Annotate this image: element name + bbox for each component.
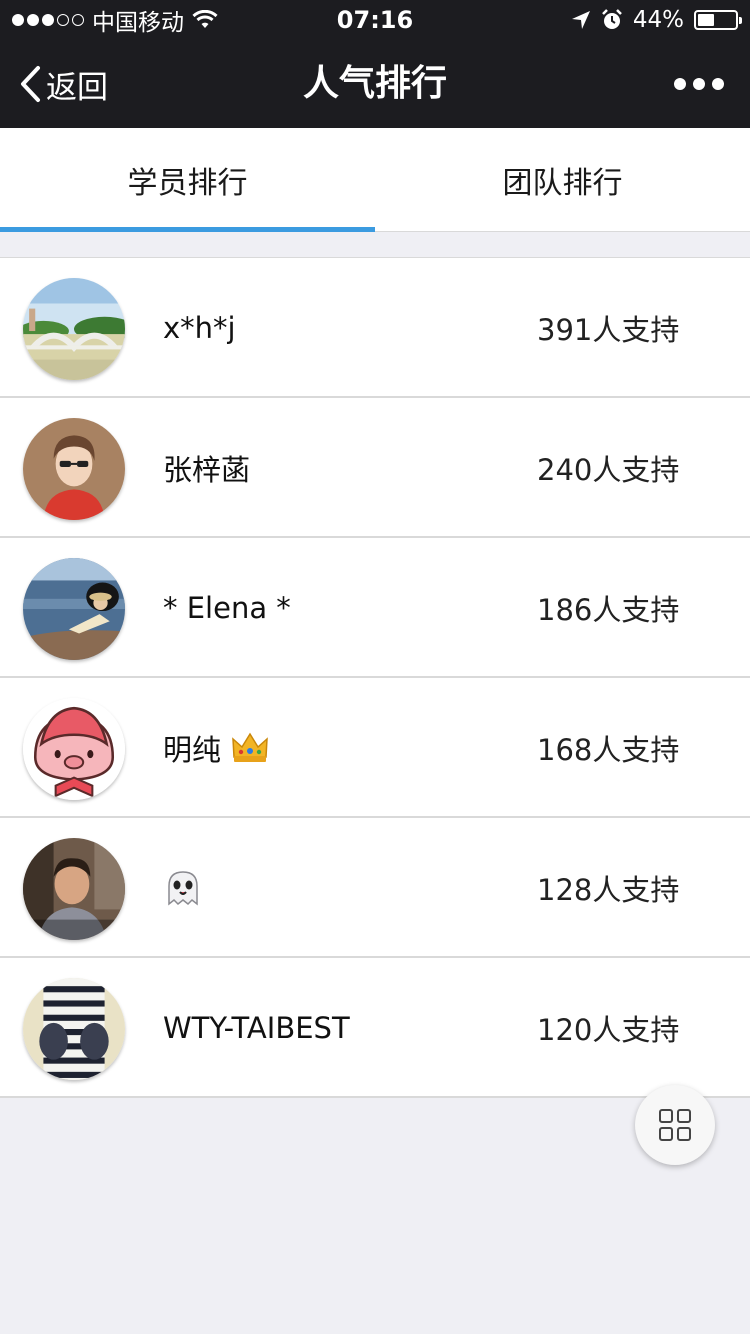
list-item[interactable]: * Elena * 186人支持	[0, 538, 750, 678]
support-count: 186人支持	[537, 593, 680, 627]
chevron-left-icon	[21, 66, 40, 102]
support-count: 240人支持	[537, 453, 680, 487]
member-name	[163, 818, 213, 958]
list-item[interactable]: x*h*j 391人支持	[0, 258, 750, 398]
ranking-tabs: 学员排行 团队排行	[0, 128, 750, 232]
list-item[interactable]: WTY-TAIBEST 120人支持	[0, 958, 750, 1098]
more-dot-icon	[674, 78, 686, 90]
member-name: * Elena *	[163, 538, 291, 678]
support-count: 128人支持	[537, 873, 680, 907]
status-right: 44%	[571, 6, 742, 34]
list-item[interactable]: 张梓菡 240人支持	[0, 398, 750, 538]
back-button[interactable]: 返回	[18, 60, 108, 108]
member-name: 张梓菡	[163, 398, 250, 538]
battery-percent: 44%	[632, 7, 684, 33]
member-name: 明纯	[163, 678, 269, 818]
member-name-text: 张梓菡	[163, 453, 251, 487]
location-arrow-icon	[571, 11, 590, 29]
status-bar: 中国移动 07:16 44%	[0, 0, 750, 40]
man-portrait-avatar	[23, 838, 125, 940]
member-name: WTY-TAIBEST	[163, 958, 350, 1098]
crown-emoji-icon	[232, 732, 268, 762]
member-name-text: 明纯	[163, 733, 222, 767]
battery-level-fill	[698, 14, 714, 26]
ghost-emoji-icon	[168, 871, 198, 906]
member-name-text: x*h*j	[163, 311, 236, 345]
tab-team-ranking[interactable]: 团队排行	[375, 128, 750, 231]
pink-pig-avatar	[23, 698, 125, 800]
list-item[interactable]: 明纯 168人支持	[0, 678, 750, 818]
bridge-landscape-avatar	[23, 278, 125, 380]
floating-menu-button[interactable]	[635, 1085, 715, 1165]
striped-sweater-avatar	[23, 978, 125, 1080]
support-count: 391人支持	[537, 313, 680, 347]
seaside-avatar	[23, 558, 125, 660]
battery-icon	[694, 10, 742, 30]
more-dot-icon	[693, 78, 705, 90]
grid-menu-icon	[659, 1109, 691, 1141]
ranking-list: x*h*j 391人支持 张梓菡 240人支持 * Elena * 186人支持…	[0, 257, 750, 1098]
member-name-text: * Elena *	[163, 591, 291, 625]
cartoon-girl-avatar	[23, 418, 125, 520]
more-dot-icon	[712, 78, 724, 90]
support-count: 120人支持	[537, 1013, 680, 1047]
navigation-bar: 返回 人气排行	[0, 40, 750, 128]
back-label: 返回	[46, 69, 108, 106]
list-item[interactable]: 128人支持	[0, 818, 750, 958]
support-count: 168人支持	[537, 733, 680, 767]
member-name-text: WTY-TAIBEST	[163, 1011, 350, 1045]
alarm-clock-icon	[601, 9, 622, 29]
more-options-button[interactable]	[674, 76, 724, 92]
page-title: 人气排行	[302, 63, 447, 104]
tab-student-ranking[interactable]: 学员排行	[0, 128, 375, 232]
member-name: x*h*j	[163, 258, 236, 398]
